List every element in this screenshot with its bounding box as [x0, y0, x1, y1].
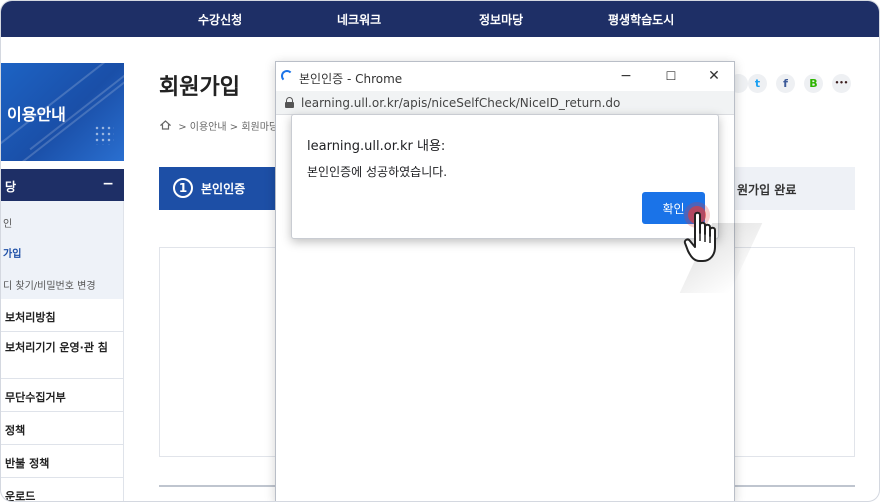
- sidebar-submenu: 인 가입 디 찾기/비밀번호 변경: [1, 201, 124, 299]
- nav-item-lifelong-learning-city[interactable]: 평생학습도시: [608, 11, 674, 28]
- screen-frame: 수강신청 네크워크 정보마당 평생학습도시 이용안내 당 − 인 가입 디 찾기…: [0, 0, 880, 502]
- sidebar-banner-title: 이용안내: [7, 105, 66, 124]
- sidebar-item-download[interactable]: 운로드: [1, 478, 124, 502]
- hand-cursor-icon: [683, 211, 716, 262]
- sidebar-list: 보처리방침 보처리기기 운영·관 침 무단수집거부 정책 반불 정책 운로드: [1, 299, 124, 502]
- alert-message: 본인인증에 성공하였습니다.: [307, 165, 448, 179]
- alert-origin: learning.ull.or.kr 내용:: [307, 139, 446, 154]
- nav-item-network[interactable]: 네크워크: [337, 11, 381, 28]
- popup-window-title: 본인인증 - Chrome: [299, 72, 403, 86]
- facebook-icon[interactable]: f: [776, 74, 795, 93]
- twitter-icon[interactable]: t: [748, 74, 767, 93]
- blog-icon[interactable]: B: [804, 74, 823, 93]
- top-navigation: 수강신청 네크워크 정보마당 평생학습도시: [1, 1, 879, 37]
- breadcrumb-item[interactable]: 회원마당: [241, 122, 278, 133]
- sidebar-item-label: 반불 정책: [5, 457, 50, 470]
- sidebar-item-policy[interactable]: 정책: [1, 412, 124, 445]
- breadcrumb-item[interactable]: 이용안내: [190, 122, 227, 133]
- popup-titlebar[interactable]: 본인인증 - Chrome − ☐ ✕: [276, 62, 734, 91]
- minimize-icon[interactable]: −: [616, 67, 636, 85]
- step-signup-complete: 원가입 완료: [737, 183, 797, 197]
- step-label: 본인인증: [201, 182, 246, 196]
- sidebar-item-refund-policy[interactable]: 반불 정책: [1, 445, 124, 478]
- sidebar-item-label: 보처리방침: [5, 311, 56, 324]
- sidebar-item-label: 정책: [5, 424, 26, 437]
- lock-icon: [285, 97, 294, 108]
- breadcrumb: > 이용안내 > 회원마당: [158, 118, 278, 133]
- sidebar-item-video-device-policy[interactable]: 보처리기기 운영·관 침: [1, 332, 124, 379]
- sidebar-item-privacy-policy[interactable]: 보처리방침: [1, 299, 124, 332]
- popup-url-bar[interactable]: learning.ull.or.kr/apis/niceSelfCheck/Ni…: [276, 91, 734, 115]
- sidebar-banner: 이용안내: [1, 63, 124, 161]
- maximize-icon[interactable]: ☐: [661, 67, 681, 85]
- sidebar-item-label: 무단수집거부: [5, 391, 66, 404]
- close-icon[interactable]: ✕: [704, 67, 724, 85]
- sidebar-subitem-find-id-password[interactable]: 디 찾기/비밀번호 변경: [3, 277, 96, 292]
- breadcrumb-separator: >: [178, 122, 187, 133]
- popup-url: learning.ull.or.kr/apis/niceSelfCheck/Ni…: [301, 96, 621, 110]
- loading-spinner-icon: [281, 70, 293, 82]
- sidebar-section-title: 당: [5, 180, 17, 194]
- banner-dot-pattern: [94, 125, 114, 145]
- sidebar-item-label: 운로드: [5, 490, 36, 502]
- step-number: 1: [173, 178, 193, 198]
- breadcrumb-separator: >: [229, 122, 239, 133]
- alert-dialog: learning.ull.or.kr 내용: 본인인증에 성공하였습니다. 확인: [291, 114, 719, 239]
- nav-item-info[interactable]: 정보마당: [479, 11, 523, 28]
- home-icon[interactable]: [158, 120, 172, 133]
- talk-icon[interactable]: •••: [832, 74, 851, 93]
- sidebar-item-label: 보처리기기 운영·관 침: [5, 341, 108, 354]
- sidebar-subitem-signup[interactable]: 가입: [3, 245, 21, 260]
- sidebar-section-header[interactable]: 당 −: [1, 169, 124, 201]
- step-identity-verification: 1 본인인증: [159, 167, 277, 210]
- sidebar-subitem-login[interactable]: 인: [3, 215, 12, 230]
- sidebar-item-email-refusal[interactable]: 무단수집거부: [1, 379, 124, 412]
- collapse-icon[interactable]: −: [102, 176, 114, 192]
- nav-item-course-registration[interactable]: 수강신청: [198, 11, 242, 28]
- page-title: 회원가입: [159, 75, 240, 100]
